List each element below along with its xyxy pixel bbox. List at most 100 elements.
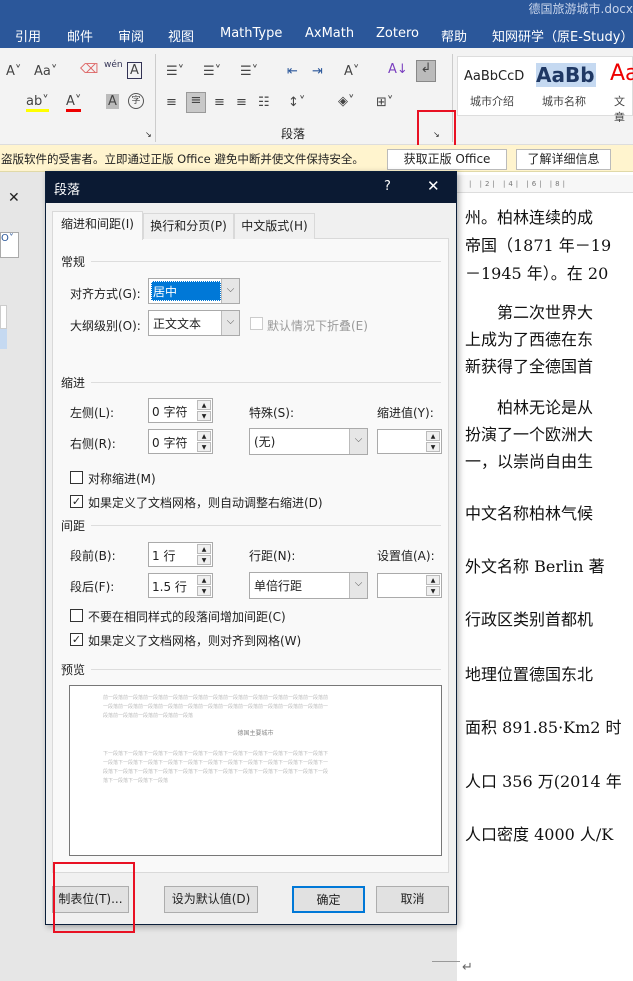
- chevron-down-icon: ⌵: [349, 573, 367, 598]
- menu-help[interactable]: 帮助: [441, 26, 467, 45]
- style-article[interactable]: 文章: [614, 93, 632, 125]
- spin-up-icon[interactable]: ▲: [426, 575, 440, 585]
- search-dropdown[interactable]: O˅: [0, 232, 19, 258]
- indent-by-spinner[interactable]: ▲ ▼: [377, 429, 442, 454]
- style-preview[interactable]: AaBb: [536, 63, 596, 87]
- close-icon[interactable]: ✕: [8, 190, 20, 206]
- divider: [91, 261, 441, 262]
- indent-left-spinner[interactable]: 0 字符 ▲ ▼: [148, 398, 213, 423]
- decrease-indent-icon[interactable]: ⇤: [287, 64, 298, 79]
- ruler[interactable]: | |2| |4| |6| |8|: [457, 175, 633, 193]
- spin-down-icon[interactable]: ▼: [197, 442, 211, 452]
- spin-down-icon[interactable]: ▼: [426, 586, 440, 596]
- distributed-icon[interactable]: ☷: [258, 95, 270, 110]
- preview-line: 落下一段落下一段落下一段落: [103, 778, 169, 784]
- menu-zotero[interactable]: Zotero: [376, 26, 419, 41]
- no-space-checkbox[interactable]: [70, 609, 83, 622]
- special-select[interactable]: (无) ⌵: [249, 428, 368, 455]
- set-default-button[interactable]: 设为默认值(D): [164, 886, 258, 913]
- group-general: 常规: [61, 255, 86, 269]
- numbering-icon[interactable]: ☰˅: [203, 64, 221, 79]
- spin-down-icon[interactable]: ▼: [197, 555, 211, 565]
- cancel-button[interactable]: 取消: [376, 886, 449, 913]
- phonetic-guide-icon[interactable]: wén: [104, 60, 123, 70]
- outline-level-value: 正文文本: [153, 317, 202, 331]
- menu-review[interactable]: 审阅: [118, 26, 144, 45]
- tab-indents-spacing[interactable]: 缩进和间距(I): [52, 211, 143, 240]
- line-spacing-value: 单倍行距: [254, 579, 303, 593]
- doc-line: 中文名称柏林气候: [465, 504, 594, 523]
- spin-up-icon[interactable]: ▲: [197, 575, 211, 585]
- shrink-font-icon[interactable]: A˅: [6, 64, 21, 79]
- help-button[interactable]: ?: [384, 179, 391, 194]
- close-button[interactable]: ✕: [427, 177, 440, 195]
- space-before-spinner[interactable]: 1 行 ▲ ▼: [148, 542, 213, 567]
- preview-line: 段落前一段落前一段落前一段落前一段落: [103, 713, 194, 719]
- highlight-icon[interactable]: ab˅: [26, 94, 49, 112]
- nav-item-selected[interactable]: [0, 329, 7, 349]
- style-preview[interactable]: AaBbCcD: [464, 69, 524, 84]
- show-marks-icon[interactable]: ↲: [416, 60, 436, 82]
- spin-down-icon[interactable]: ▼: [426, 442, 440, 452]
- doc-line: 扮演了一个欧洲大: [465, 425, 594, 444]
- snap-grid-checkbox[interactable]: ✓: [70, 633, 83, 646]
- char-shading-icon[interactable]: A: [106, 94, 119, 109]
- space-before-label: 段前(B):: [70, 549, 116, 563]
- nav-item[interactable]: [0, 305, 7, 329]
- space-after-spinner[interactable]: 1.5 行 ▲ ▼: [148, 573, 213, 598]
- align-right-icon[interactable]: ≡: [214, 95, 225, 110]
- doc-line: 地理位置德国东北: [465, 665, 594, 684]
- menu-cnki[interactable]: 知网研学（原E-Study）: [492, 26, 633, 45]
- style-preview[interactable]: Aa: [610, 61, 633, 86]
- borders-icon[interactable]: ⊞˅: [376, 95, 393, 110]
- bullets-icon[interactable]: ☰˅: [166, 64, 184, 79]
- font-dialog-launcher-icon[interactable]: ↘: [145, 130, 152, 139]
- line-spacing-select[interactable]: 单倍行距 ⌵: [249, 572, 368, 599]
- collapse-checkbox[interactable]: [250, 317, 263, 330]
- menu-mathtype[interactable]: MathType: [220, 26, 282, 41]
- spin-up-icon[interactable]: ▲: [197, 400, 211, 410]
- spin-up-icon[interactable]: ▲: [197, 544, 211, 554]
- spin-down-icon[interactable]: ▼: [197, 586, 211, 596]
- preview-line: 段落下一段落下一段落下一段落下一段落下一段落下一段落下一段落下一段落下一段落下一…: [103, 769, 329, 775]
- spin-down-icon[interactable]: ▼: [197, 411, 211, 421]
- menu-axmath[interactable]: AxMath: [305, 26, 354, 41]
- spin-up-icon[interactable]: ▲: [426, 431, 440, 441]
- divider: [91, 525, 441, 526]
- mirror-indent-checkbox[interactable]: [70, 471, 83, 484]
- auto-adjust-checkbox[interactable]: ✓: [70, 495, 83, 508]
- indent-right-spinner[interactable]: 0 字符 ▲ ▼: [148, 429, 213, 454]
- outline-level-select[interactable]: 正文文本 ⌵: [148, 310, 240, 336]
- align-left-icon[interactable]: ≡: [166, 95, 177, 110]
- align-center-icon[interactable]: ≡: [186, 92, 206, 113]
- chevron-down-icon: ⌵: [221, 311, 239, 335]
- font-color-icon[interactable]: A˅: [66, 94, 82, 112]
- asian-layout-icon[interactable]: A˅: [344, 64, 359, 79]
- menu-references[interactable]: 引用: [15, 26, 41, 45]
- justify-icon[interactable]: ≡: [236, 95, 247, 110]
- learn-more-button[interactable]: 了解详细信息: [516, 149, 611, 170]
- spin-up-icon[interactable]: ▲: [197, 431, 211, 441]
- shading-icon[interactable]: ◈˅: [338, 94, 355, 109]
- increase-indent-icon[interactable]: ⇥: [312, 64, 323, 79]
- sort-icon[interactable]: A↓: [388, 62, 408, 77]
- menu-view[interactable]: 视图: [168, 26, 194, 45]
- tab-line-page-breaks[interactable]: 换行和分页(P): [143, 213, 234, 239]
- line-spacing-label: 行距(N):: [249, 549, 296, 563]
- char-border-icon[interactable]: A: [127, 62, 142, 79]
- alignment-select[interactable]: 居中 ⌵: [148, 278, 240, 304]
- clear-format-icon[interactable]: ⌫: [80, 62, 98, 77]
- style-city-name[interactable]: 城市名称: [542, 93, 586, 109]
- enclose-char-icon[interactable]: 字: [128, 93, 144, 109]
- at-spinner[interactable]: ▲ ▼: [377, 573, 442, 598]
- style-city-intro[interactable]: 城市介绍: [470, 93, 514, 109]
- tab-asian-typography[interactable]: 中文版式(H): [234, 213, 315, 239]
- preview-line: 前一段落前一段落前一段落前一段落前一段落前一段落前一段落前一段落前一段落前一段落…: [103, 695, 329, 701]
- change-case-icon[interactable]: Aa˅: [34, 64, 57, 79]
- get-office-button[interactable]: 获取正版 Office: [387, 149, 507, 170]
- ok-button[interactable]: 确定: [292, 886, 365, 913]
- styles-gallery: AaBbCcD 城市介绍 AaBb 城市名称 Aa 文章: [457, 56, 633, 124]
- line-spacing-icon[interactable]: ↕˅: [288, 95, 305, 110]
- multilevel-list-icon[interactable]: ☰˅: [240, 64, 258, 79]
- menu-mailings[interactable]: 邮件: [67, 26, 93, 45]
